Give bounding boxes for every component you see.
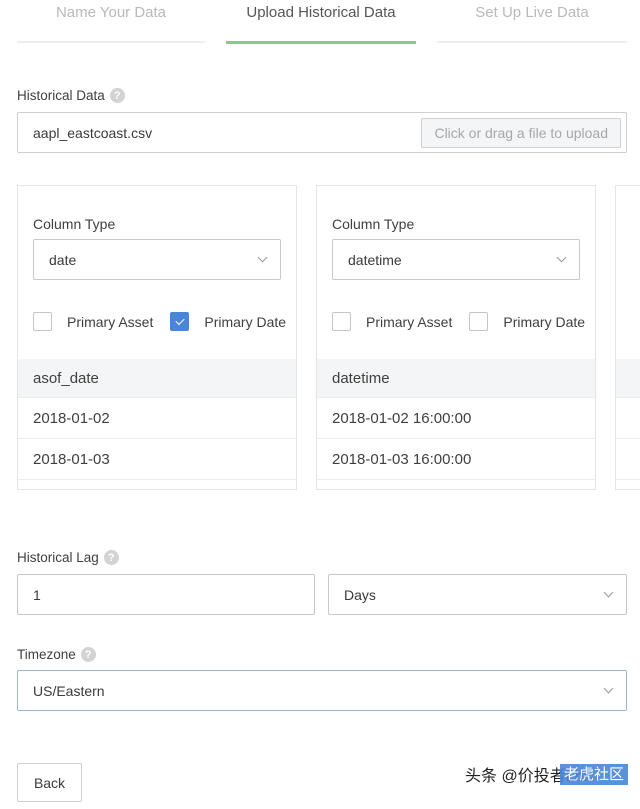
step-set-up-live-data[interactable]: Set Up Live Data bbox=[437, 0, 627, 45]
table-row: 2018-01-02 bbox=[18, 398, 296, 439]
table-row bbox=[616, 439, 640, 480]
step-label: Set Up Live Data bbox=[475, 4, 589, 21]
historical-data-label: Historical Data ? bbox=[17, 88, 125, 103]
table-row: 2018-01-02 16:00:00 bbox=[317, 398, 595, 439]
primary-asset-option[interactable]: Primary Asset bbox=[332, 312, 452, 331]
column-type-select[interactable]: date bbox=[33, 239, 281, 280]
timezone-label: Timezone ? bbox=[17, 647, 96, 662]
primary-asset-label: Primary Asset bbox=[366, 313, 453, 330]
historical-lag-unit-select[interactable]: Days bbox=[328, 574, 627, 615]
primary-date-checkbox[interactable] bbox=[170, 312, 190, 331]
column-type-value: datetime bbox=[348, 251, 402, 268]
upload-file-button[interactable]: Click or drag a file to upload bbox=[421, 117, 621, 148]
timezone-value: US/Eastern bbox=[33, 682, 105, 699]
timezone-select[interactable]: US/Eastern bbox=[17, 670, 627, 711]
back-button[interactable]: Back bbox=[17, 763, 82, 802]
step-indicator bbox=[17, 41, 205, 43]
primary-asset-checkbox[interactable] bbox=[33, 312, 52, 331]
column-header bbox=[616, 359, 640, 398]
step-indicator-active bbox=[226, 41, 416, 44]
primary-asset-option[interactable]: Primary Asset bbox=[33, 312, 153, 331]
column-preview-table: datetime 2018-01-02 16:00:00 2018-01-03 … bbox=[317, 359, 595, 480]
help-icon[interactable]: ? bbox=[109, 88, 125, 103]
historical-data-label-text: Historical Data bbox=[17, 88, 105, 103]
chevron-down-icon bbox=[603, 683, 614, 694]
column-card-partial[interactable] bbox=[615, 185, 640, 490]
step-indicator bbox=[437, 41, 627, 43]
help-icon[interactable]: ? bbox=[80, 647, 96, 662]
column-flags: Primary Asset Primary Date bbox=[33, 312, 286, 331]
step-label: Upload Historical Data bbox=[246, 4, 396, 21]
column-type-select[interactable]: datetime bbox=[332, 239, 580, 280]
column-header: asof_date bbox=[18, 359, 296, 398]
step-name-your-data[interactable]: Name Your Data bbox=[17, 0, 205, 45]
table-row bbox=[616, 398, 640, 439]
column-card: Column Type date Primary Asset Primary D… bbox=[17, 185, 297, 490]
historical-lag-label-text: Historical Lag bbox=[17, 550, 99, 565]
column-type-label: Column Type bbox=[33, 216, 116, 232]
table-row: 2018-01-03 bbox=[18, 439, 296, 480]
historical-lag-unit-value: Days bbox=[344, 586, 376, 603]
primary-date-option[interactable]: Primary Date bbox=[170, 312, 286, 331]
historical-lag-input[interactable]: 1 bbox=[17, 574, 315, 615]
help-icon[interactable]: ? bbox=[103, 550, 119, 565]
watermark-badge: 老虎社区 bbox=[559, 763, 628, 785]
stepper: Name Your Data Upload Historical Data Se… bbox=[17, 0, 627, 45]
column-preview-table bbox=[616, 359, 640, 480]
table-row: 2018-01-03 16:00:00 bbox=[317, 439, 595, 480]
historical-lag-label: Historical Lag ? bbox=[17, 550, 119, 565]
historical-lag-value: 1 bbox=[33, 586, 41, 603]
column-type-label: Column Type bbox=[332, 216, 415, 232]
column-preview-table: asof_date 2018-01-02 2018-01-03 bbox=[18, 359, 296, 480]
column-header: datetime bbox=[317, 359, 595, 398]
step-upload-historical-data[interactable]: Upload Historical Data bbox=[226, 0, 416, 45]
column-card: Column Type datetime Primary Asset Prima… bbox=[316, 185, 596, 490]
chevron-down-icon bbox=[257, 252, 268, 263]
historical-data-file-field[interactable]: aapl_eastcoast.csv Click or drag a file … bbox=[17, 112, 627, 153]
primary-date-label: Primary Date bbox=[204, 313, 287, 330]
chevron-down-icon bbox=[603, 587, 614, 598]
watermark: 头条 @价投者Lbf 老虎社区 bbox=[465, 762, 628, 786]
column-type-value: date bbox=[49, 251, 77, 268]
primary-date-label: Primary Date bbox=[503, 313, 586, 330]
primary-asset-label: Primary Asset bbox=[67, 313, 154, 330]
step-label: Name Your Data bbox=[55, 4, 167, 21]
chevron-down-icon bbox=[556, 252, 567, 263]
timezone-label-text: Timezone bbox=[17, 647, 76, 662]
primary-date-option[interactable]: Primary Date bbox=[469, 312, 585, 331]
primary-date-checkbox[interactable] bbox=[469, 312, 489, 331]
file-name: aapl_eastcoast.csv bbox=[33, 124, 153, 141]
primary-asset-checkbox[interactable] bbox=[332, 312, 351, 331]
column-flags: Primary Asset Primary Date bbox=[332, 312, 585, 331]
